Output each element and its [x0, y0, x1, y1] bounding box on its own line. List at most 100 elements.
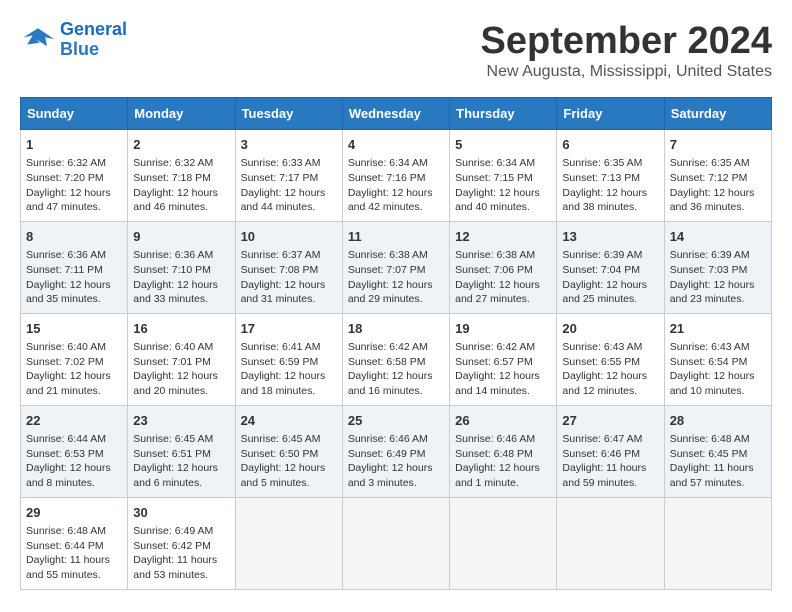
table-row: 22Sunrise: 6:44 AMSunset: 6:53 PMDayligh…	[21, 405, 128, 497]
daylight-label: Daylight: 12 hours and 5 minutes.	[241, 462, 326, 489]
logo-icon	[20, 26, 56, 54]
table-row: 5Sunrise: 6:34 AMSunset: 7:15 PMDaylight…	[450, 130, 557, 222]
table-row: 1Sunrise: 6:32 AMSunset: 7:20 PMDaylight…	[21, 130, 128, 222]
sunrise-text: Sunrise: 6:35 AM	[562, 157, 642, 169]
day-number: 11	[348, 228, 444, 246]
table-row: 24 Sunrise: 6:45 AM Sunset: 6:50 PM Dayligh…	[235, 405, 342, 497]
sunset-text: Sunset: 7:13 PM	[562, 172, 640, 184]
table-row: 30Sunrise: 6:49 AMSunset: 6:42 PMDayligh…	[128, 497, 235, 589]
sunrise-text: Sunrise: 6:37 AM	[241, 249, 321, 261]
sunset-text: Sunset: 6:57 PM	[455, 356, 533, 368]
sunrise-text: Sunrise: 6:42 AM	[348, 341, 428, 353]
table-row: 27Sunrise: 6:47 AMSunset: 6:46 PMDayligh…	[557, 405, 664, 497]
sunrise-text: Sunrise: 6:39 AM	[670, 249, 750, 261]
sunrise-text: Sunrise: 6:36 AM	[133, 249, 213, 261]
table-row: 28Sunrise: 6:48 AMSunset: 6:45 PMDayligh…	[664, 405, 771, 497]
sunset-text: Sunset: 7:17 PM	[241, 172, 319, 184]
col-tuesday: Tuesday	[235, 98, 342, 130]
table-row: 20Sunrise: 6:43 AMSunset: 6:55 PMDayligh…	[557, 313, 664, 405]
col-sunday: Sunday	[21, 98, 128, 130]
table-row	[235, 497, 342, 589]
sunset-text: Sunset: 6:50 PM	[241, 448, 319, 460]
table-row: 15Sunrise: 6:40 AMSunset: 7:02 PMDayligh…	[21, 313, 128, 405]
sunset-text: Sunset: 6:51 PM	[133, 448, 211, 460]
daylight-label: Daylight: 12 hours and 25 minutes.	[562, 279, 647, 306]
day-number: 25	[348, 412, 444, 430]
daylight-label: Daylight: 12 hours and 27 minutes.	[455, 279, 540, 306]
daylight-label: Daylight: 12 hours and 6 minutes.	[133, 462, 218, 489]
title-section: September 2024 New Augusta, Mississippi,…	[481, 20, 773, 81]
day-number: 24	[241, 412, 337, 430]
daylight-label: Daylight: 12 hours and 44 minutes.	[241, 187, 326, 214]
sunrise-text: Sunrise: 6:49 AM	[133, 525, 213, 537]
sunrise-text: Sunrise: 6:43 AM	[562, 341, 642, 353]
sunrise-text: Sunrise: 6:38 AM	[348, 249, 428, 261]
day-number: 1	[26, 136, 122, 154]
daylight-label: Daylight: 12 hours and 46 minutes.	[133, 187, 218, 214]
table-row	[664, 497, 771, 589]
daylight-label: Daylight: 12 hours and 14 minutes.	[455, 370, 540, 397]
daylight-label: Daylight: 12 hours and 47 minutes.	[26, 187, 111, 214]
sunset-text: Sunset: 7:08 PM	[241, 264, 319, 276]
sunrise-text: Sunrise: 6:48 AM	[670, 433, 750, 445]
table-row: 7Sunrise: 6:35 AMSunset: 7:12 PMDaylight…	[664, 130, 771, 222]
sunset-text: Sunset: 7:12 PM	[670, 172, 748, 184]
sunrise-text: Sunrise: 6:46 AM	[455, 433, 535, 445]
col-friday: Friday	[557, 98, 664, 130]
sunrise-text: Sunrise: 6:47 AM	[562, 433, 642, 445]
sunset-text: Sunset: 6:55 PM	[562, 356, 640, 368]
sunrise-text: Sunrise: 6:48 AM	[26, 525, 106, 537]
daylight-label: Daylight: 12 hours and 31 minutes.	[241, 279, 326, 306]
sunset-text: Sunset: 7:10 PM	[133, 264, 211, 276]
table-row	[557, 497, 664, 589]
day-number: 8	[26, 228, 122, 246]
sunrise-text: Sunrise: 6:39 AM	[562, 249, 642, 261]
day-number: 16	[133, 320, 229, 338]
table-row: 16Sunrise: 6:40 AMSunset: 7:01 PMDayligh…	[128, 313, 235, 405]
sunset-text: Sunset: 6:59 PM	[241, 356, 319, 368]
day-number: 30	[133, 504, 229, 522]
table-row: 6Sunrise: 6:35 AMSunset: 7:13 PMDaylight…	[557, 130, 664, 222]
day-number: 15	[26, 320, 122, 338]
daylight-label: Daylight: 12 hours and 33 minutes.	[133, 279, 218, 306]
sunset-text: Sunset: 7:15 PM	[455, 172, 533, 184]
daylight-label: Daylight: 12 hours and 20 minutes.	[133, 370, 218, 397]
sunset-text: Sunset: 6:45 PM	[670, 448, 748, 460]
day-number: 14	[670, 228, 766, 246]
daylight-label: Daylight: 11 hours and 59 minutes.	[562, 462, 646, 489]
sunrise-text: Sunrise: 6:35 AM	[670, 157, 750, 169]
sunrise-text: Sunrise: 6:45 AM	[241, 433, 321, 445]
logo: General Blue	[20, 20, 127, 60]
header: General Blue September 2024 New Augusta,…	[20, 20, 772, 81]
sunrise-text: Sunrise: 6:34 AM	[348, 157, 428, 169]
table-row: 11Sunrise: 6:38 AMSunset: 7:07 PMDayligh…	[342, 221, 449, 313]
col-thursday: Thursday	[450, 98, 557, 130]
table-row: 3Sunrise: 6:33 AMSunset: 7:17 PMDaylight…	[235, 130, 342, 222]
day-number: 2	[133, 136, 229, 154]
sunrise-text: Sunrise: 6:46 AM	[348, 433, 428, 445]
day-number: 12	[455, 228, 551, 246]
sunrise-text: Sunrise: 6:32 AM	[133, 157, 213, 169]
daylight-label: Daylight: 12 hours and 16 minutes.	[348, 370, 433, 397]
daylight-label: Daylight: 12 hours and 35 minutes.	[26, 279, 111, 306]
sunrise-text: Sunrise: 6:36 AM	[26, 249, 106, 261]
day-number: 10	[241, 228, 337, 246]
table-row	[450, 497, 557, 589]
logo-text: General Blue	[60, 20, 127, 60]
sunset-text: Sunset: 6:49 PM	[348, 448, 426, 460]
table-row: 9Sunrise: 6:36 AMSunset: 7:10 PMDaylight…	[128, 221, 235, 313]
month-title: September 2024	[481, 20, 773, 63]
sunset-text: Sunset: 6:54 PM	[670, 356, 748, 368]
sunrise-text: Sunrise: 6:40 AM	[133, 341, 213, 353]
day-number: 23	[133, 412, 229, 430]
sunrise-text: Sunrise: 6:34 AM	[455, 157, 535, 169]
calendar-week-row: 22Sunrise: 6:44 AMSunset: 6:53 PMDayligh…	[21, 405, 772, 497]
daylight-label: Daylight: 12 hours and 12 minutes.	[562, 370, 647, 397]
sunset-text: Sunset: 7:06 PM	[455, 264, 533, 276]
table-row: 8Sunrise: 6:36 AMSunset: 7:11 PMDaylight…	[21, 221, 128, 313]
sunrise-text: Sunrise: 6:40 AM	[26, 341, 106, 353]
sunrise-text: Sunrise: 6:43 AM	[670, 341, 750, 353]
day-number: 7	[670, 136, 766, 154]
table-row	[342, 497, 449, 589]
sunset-text: Sunset: 7:16 PM	[348, 172, 426, 184]
